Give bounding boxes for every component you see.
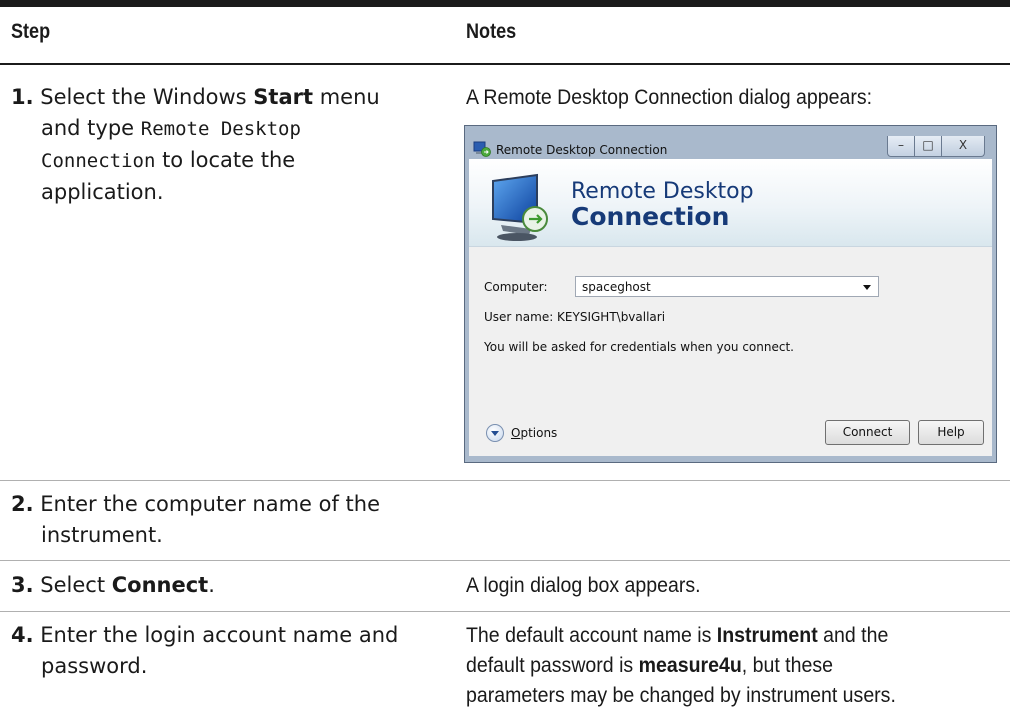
remote-desktop-dialog: Remote Desktop Connection – □ X Remote Des…: [464, 125, 997, 463]
top-border: [0, 0, 1010, 7]
computer-label: Computer:: [484, 280, 548, 294]
close-button[interactable]: X: [941, 136, 985, 157]
remote-desktop-monitor-icon: [492, 173, 548, 241]
computer-combobox[interactable]: spaceghost: [575, 276, 879, 297]
remote-desktop-small-icon: [473, 141, 491, 157]
maximize-button[interactable]: □: [914, 136, 942, 157]
options-link[interactable]: Options: [511, 426, 557, 440]
connect-button[interactable]: Connect: [825, 420, 910, 445]
notes-column-header: Notes: [466, 20, 517, 43]
row-divider: [0, 611, 1010, 612]
step-column-header: Step: [11, 20, 51, 43]
dialog-titlebar: Remote Desktop Connection – □ X: [470, 136, 990, 158]
credentials-info-text: You will be asked for credentials when y…: [484, 340, 794, 354]
options-expand-icon[interactable]: [486, 424, 504, 442]
banner-title-line1: Remote Desktop: [571, 179, 754, 204]
help-button[interactable]: Help: [918, 420, 984, 445]
dialog-banner: Remote Desktop Connection: [469, 159, 992, 247]
dropdown-arrow-icon[interactable]: [863, 285, 871, 290]
step-4-note: The default account name is Instrument a…: [466, 624, 896, 707]
row-divider: [0, 560, 1010, 561]
step-1-note: A Remote Desktop Connection dialog appea…: [466, 86, 873, 109]
header-rule: [0, 63, 1010, 65]
username-text: User name: KEYSIGHT\bvallari: [484, 310, 666, 324]
step-1-text: 1. Select the Windows Start menu and typ…: [11, 82, 380, 208]
step-3-text: 3. Select Connect.: [11, 573, 215, 597]
step-3-note: A login dialog box appears.: [466, 574, 701, 597]
window-controls: – □ X: [887, 136, 985, 158]
step-2-text: 2. Enter the computer name of the instru…: [11, 492, 381, 547]
dialog-title: Remote Desktop Connection: [496, 143, 668, 157]
banner-title-line2: Connection: [571, 202, 730, 231]
row-divider: [0, 480, 1010, 481]
computer-value: spaceghost: [582, 280, 651, 294]
minimize-button[interactable]: –: [887, 136, 915, 157]
step-4-text: 4. Enter the login account name and pass…: [11, 623, 399, 678]
dialog-body: Computer: spaceghost User name: KEYSIGHT…: [469, 247, 992, 456]
step-number: 1.: [11, 85, 34, 109]
